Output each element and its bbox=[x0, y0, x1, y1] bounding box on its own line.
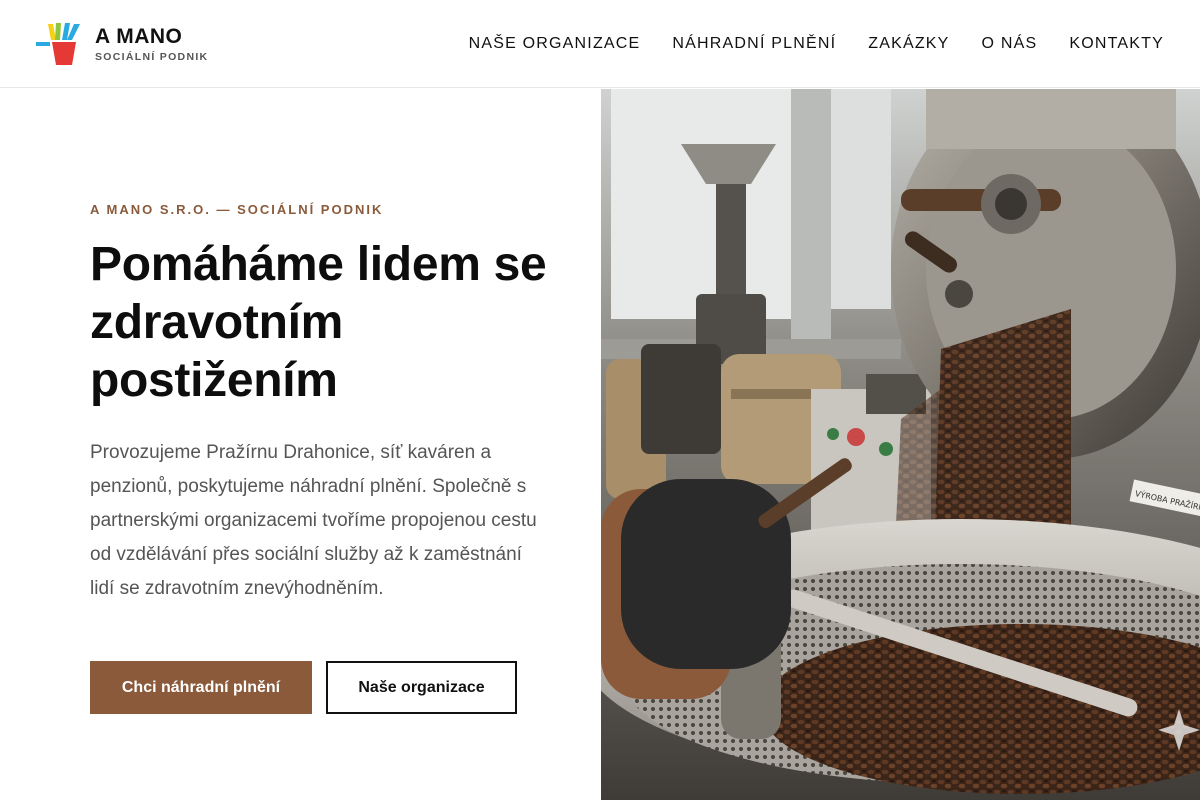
nav-item-kontakty[interactable]: KONTAKTY bbox=[1069, 34, 1164, 54]
hero-headline: Pomáháme lidem se zdravotním postižením bbox=[90, 238, 547, 407]
hero-lead-paragraph: Provozujeme Pražírnu Drahonice, síť kavá… bbox=[90, 442, 537, 599]
hero-eyebrow: A MANO S.R.O. — SOCIÁLNÍ PODNIK bbox=[90, 202, 384, 217]
brand-tagline: SOCIÁLNÍ PODNIK bbox=[95, 50, 209, 63]
main-navigation: NAŠE ORGANIZACE NÁHRADNÍ PLNĚNÍ ZAKÁZKY … bbox=[469, 0, 1164, 88]
brand-name: A MANO bbox=[95, 24, 183, 48]
nav-item-nahradni-plneni[interactable]: NÁHRADNÍ PLNĚNÍ bbox=[672, 34, 836, 54]
pencils-cup-icon bbox=[36, 23, 80, 65]
coffee-roaster-illustration: VÝROBA PRAŽÍRNY · KON bbox=[601, 89, 1200, 800]
secondary-cta-button[interactable]: Naše organizace bbox=[326, 661, 517, 714]
brand-logo-link[interactable]: A MANO SOCIÁLNÍ PODNIK bbox=[36, 22, 208, 66]
primary-cta-button[interactable]: Chci náhradní plnění bbox=[90, 661, 312, 714]
nav-item-o-nas[interactable]: O NÁS bbox=[982, 34, 1038, 54]
nav-item-nase-organizace[interactable]: NAŠE ORGANIZACE bbox=[469, 34, 641, 54]
site-header: A MANO SOCIÁLNÍ PODNIK NAŠE ORGANIZACE N… bbox=[0, 0, 1200, 88]
nav-item-zakazky[interactable]: ZAKÁZKY bbox=[868, 34, 949, 54]
hero-image-coffee-roaster: VÝROBA PRAŽÍRNY · KON bbox=[601, 89, 1200, 800]
